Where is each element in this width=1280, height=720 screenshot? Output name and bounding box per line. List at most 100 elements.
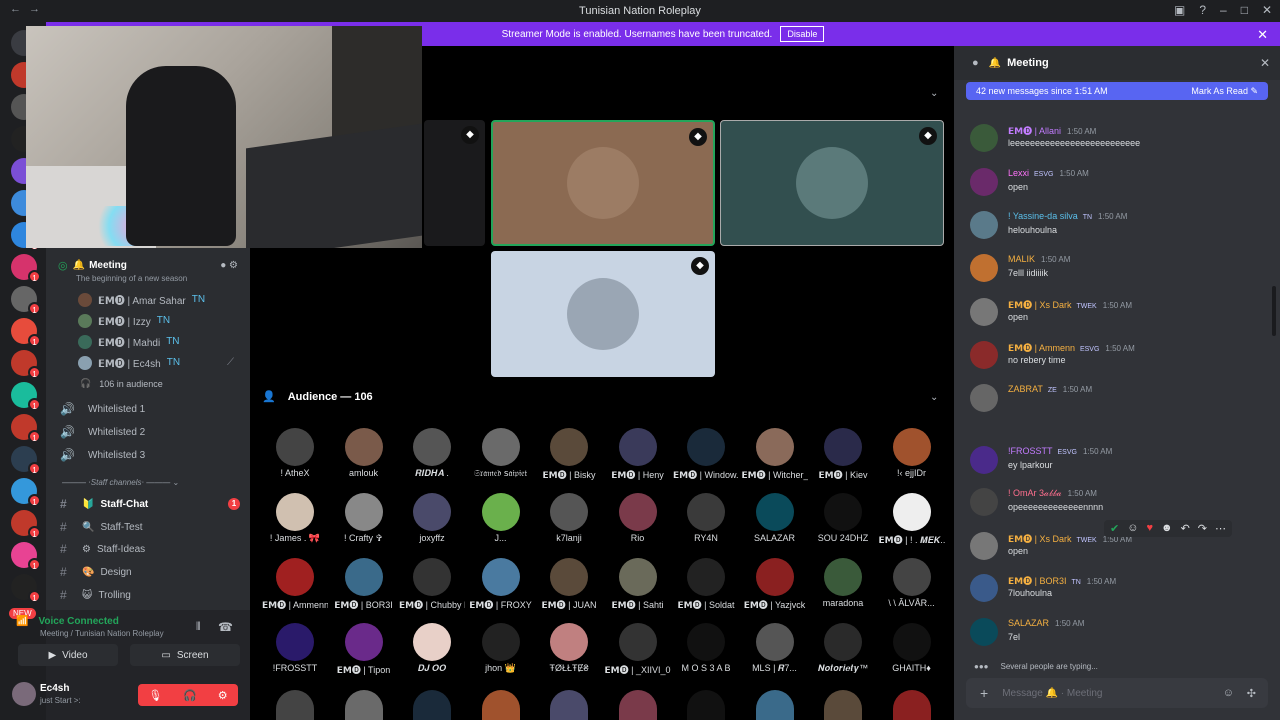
audience-member[interactable]: 𝗘𝗠🅓 | Window...: [673, 428, 739, 481]
close-banner-icon[interactable]: ✕: [1257, 27, 1268, 43]
message-author[interactable]: ! Yassine-da silva: [1008, 211, 1078, 221]
heart-reaction-icon[interactable]: ♥: [1146, 522, 1153, 535]
video-button[interactable]: ▶ Video: [18, 644, 118, 666]
help-icon[interactable]: ?: [1199, 3, 1206, 17]
audience-member[interactable]: 𝗘𝗠🅓 | Soldat: [673, 558, 739, 611]
audience-member[interactable]: 𝗘𝗠🅓 | Yazjvck: [742, 558, 808, 611]
server-icon[interactable]: 1: [11, 254, 41, 283]
chat-message[interactable]: MALIK 1:50 AM 7elll iidiiiik: [970, 254, 1270, 290]
mic-muted-icon[interactable]: 🎙: [148, 689, 162, 702]
channel-trolling[interactable]: # 😺 Trolling: [60, 588, 131, 602]
reply-icon[interactable]: ↶: [1181, 522, 1190, 535]
audience-member[interactable]: amlouk: [331, 428, 397, 478]
avatar[interactable]: [970, 124, 998, 152]
message-author[interactable]: 𝗘𝗠🅓 | BOR3I: [1008, 576, 1066, 586]
avatar[interactable]: [276, 690, 314, 720]
voice-channel[interactable]: 🔊 Whitelisted 1: [60, 402, 145, 416]
audience-member[interactable]: \ \ ÂLVÅR...: [879, 558, 945, 608]
avatar[interactable]: [970, 341, 998, 369]
avatar[interactable]: [970, 254, 998, 282]
audience-member[interactable]: ! AtheX: [262, 428, 328, 478]
avatar[interactable]: [344, 690, 383, 720]
chat-message[interactable]: ZABRAT ZE 1:50 AM: [970, 384, 1270, 420]
audience-member[interactable]: SOU 24DHZ: [810, 493, 876, 543]
audience-member[interactable]: ŦØŁŁŦɆ₴: [536, 623, 602, 673]
avatar[interactable]: [618, 690, 657, 720]
collapse-speakers-icon[interactable]: ⌄: [930, 88, 938, 99]
audience-member[interactable]: GHAITH♦: [879, 623, 945, 673]
audience-member[interactable]: SALAZAR: [742, 493, 808, 543]
channel-staff-chat[interactable]: # 🔰 Staff-Chat 1: [60, 497, 246, 511]
message-author[interactable]: !FROSSTT: [1008, 446, 1053, 456]
headset-icon[interactable]: 🎧: [183, 689, 197, 702]
avatar[interactable]: [970, 298, 998, 326]
audience-member[interactable]: 𝗘𝗠🅓 | Sahti: [605, 558, 671, 611]
audience-member[interactable]: 𝗘𝗠🅓 | Bisky: [536, 428, 602, 481]
chat-message[interactable]: SALAZAR 1:50 AM 7el: [970, 618, 1270, 654]
chat-message[interactable]: 𝗘𝗠🅓 | Xs Dark TWEK 1:50 AM open: [970, 298, 1270, 334]
attach-plus-icon[interactable]: +: [980, 685, 988, 701]
close-chat-icon[interactable]: ✕: [1260, 56, 1270, 70]
avatar[interactable]: [970, 384, 998, 412]
avatar[interactable]: [824, 690, 862, 720]
audience-member[interactable]: maradona: [810, 558, 876, 608]
audience-member[interactable]: ! Crafty ✞: [331, 493, 397, 544]
audience-member[interactable]: 𝗘𝗠🅓 | BOR3I: [331, 558, 397, 611]
server-icon[interactable]: 1: [11, 382, 41, 411]
server-icon[interactable]: 1: [11, 286, 41, 315]
speaker-tile[interactable]: ◆: [720, 120, 944, 246]
message-author[interactable]: Lexxi: [1008, 168, 1029, 178]
server-icon[interactable]: 1: [11, 574, 41, 603]
audience-member[interactable]: joxyffz: [399, 493, 465, 543]
user-avatar[interactable]: [12, 682, 36, 706]
message-author[interactable]: 𝗘𝗠🅓 | Allani: [1008, 126, 1061, 136]
server-icon[interactable]: 1: [11, 318, 41, 347]
voice-member[interactable]: 𝗘𝗠🅓 | Mahdi TN: [78, 334, 180, 349]
channel-staff-test[interactable]: # 🔍 Staff-Test: [60, 520, 143, 534]
audience-member[interactable]: 𝗘𝗠🅓 | FROXY: [468, 558, 534, 611]
category-header[interactable]: ——— ⋅ Staff channels ⋅ ——— ⌄: [62, 478, 179, 487]
audience-count[interactable]: 🎧 106 in audience: [80, 378, 163, 389]
speaker-tile[interactable]: ◆: [491, 251, 715, 377]
audience-member[interactable]: 𝗘𝗠🅓 | Chubby D: [399, 558, 465, 611]
server-icon[interactable]: 1: [11, 414, 41, 443]
audience-member[interactable]: 𝑹𝑰𝑫𝑯𝑨 .: [399, 428, 465, 479]
avatar[interactable]: [970, 446, 998, 474]
chat-message[interactable]: Lexxi ESVG 1:50 AM open: [970, 168, 1270, 204]
message-author[interactable]: 𝗘𝗠🅓 | Xs Dark: [1008, 534, 1071, 544]
collapse-audience-icon[interactable]: ⌄: [930, 392, 938, 403]
avatar[interactable]: [970, 574, 998, 602]
avatar[interactable]: [970, 211, 998, 239]
inbox-icon[interactable]: ▣: [1174, 3, 1185, 17]
mark-as-read-button[interactable]: Mark As Read ✎: [1191, 86, 1258, 97]
audience-member[interactable]: MLS | 𝑹7...: [742, 623, 808, 674]
audience-member[interactable]: 𝗘𝗠🅓 | Ammenn: [262, 558, 328, 611]
voice-channel-info[interactable]: Meeting / Tunisian Nation Roleplay: [40, 629, 164, 638]
add-reaction-icon[interactable]: ☻: [1161, 522, 1173, 535]
maximize-icon[interactable]: □: [1241, 3, 1248, 17]
audience-member[interactable]: 𝗘𝗠🅓 | _XIIVI_07: [605, 623, 671, 676]
avatar[interactable]: [687, 690, 725, 720]
apps-icon[interactable]: ✣: [1247, 687, 1256, 700]
check-reaction-icon[interactable]: ✔: [1110, 522, 1119, 535]
forward-icon[interactable]: ↷: [1198, 522, 1207, 535]
chat-scrollbar[interactable]: [1272, 286, 1276, 336]
channel-design[interactable]: # 🎨 Design: [60, 565, 132, 579]
audience-member[interactable]: 𝑵𝒐𝒕𝒐𝒓𝒊𝒆𝒕𝒚™: [810, 623, 876, 674]
audience-member[interactable]: 𝗘𝗠🅓 | Kiev: [810, 428, 876, 481]
laugh-reaction-icon[interactable]: ☺: [1127, 522, 1138, 535]
avatar[interactable]: [892, 690, 931, 720]
audience-member[interactable]: 𝗘𝗠🅓 | JUAN: [536, 558, 602, 611]
chat-message[interactable]: 𝗘𝗠🅓 | Xs Dark TWEK 1:50 AM open: [970, 532, 1270, 568]
audience-member[interactable]: 𝗘𝗠🅓 | Heny: [605, 428, 671, 481]
avatar[interactable]: [970, 532, 998, 560]
close-window-icon[interactable]: ✕: [1262, 3, 1272, 17]
audience-member[interactable]: k7lanji: [536, 493, 602, 543]
audience-member[interactable]: RY4N: [673, 493, 739, 543]
chat-message[interactable]: 𝗘𝗠🅓 | Ammenn ESVG 1:50 AM no rebery time: [970, 341, 1270, 377]
speaker-tile[interactable]: ◆: [424, 120, 485, 246]
avatar[interactable]: [755, 690, 794, 720]
voice-member[interactable]: 𝗘𝗠🅓 | Amar Sahar TN: [78, 292, 205, 307]
disconnect-icon[interactable]: ☎: [218, 620, 233, 634]
audience-header[interactable]: 👤 Audience — 106: [262, 390, 373, 404]
